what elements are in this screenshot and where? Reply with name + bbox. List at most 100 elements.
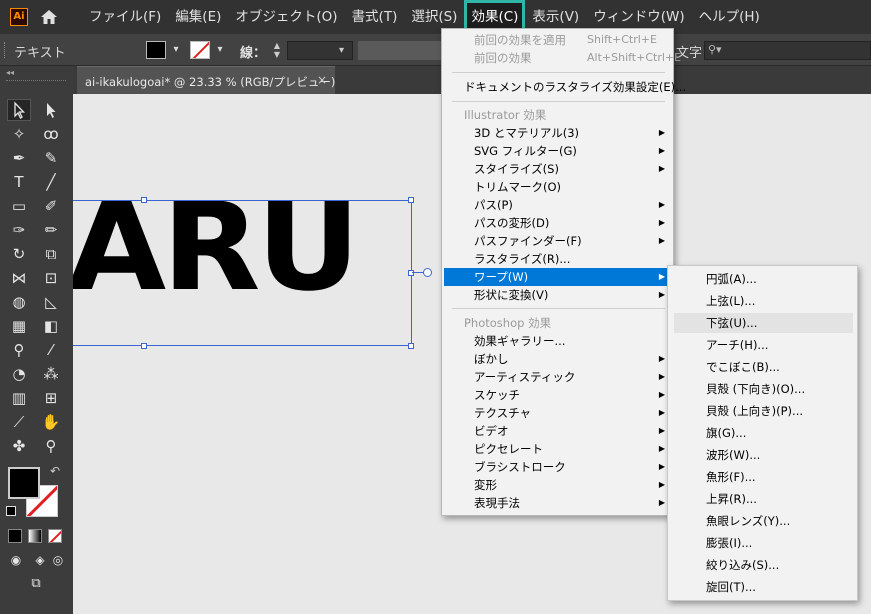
mesh-tool-icon[interactable]: ▦ xyxy=(8,316,30,336)
selection-handle[interactable] xyxy=(408,197,414,203)
hand-tool-icon[interactable]: ✋ xyxy=(40,412,62,432)
illustrator-effect-item[interactable]: ラスタライズ(R)... xyxy=(444,250,673,268)
warp-style-item[interactable]: 魚形(F)... xyxy=(674,467,853,487)
selection-handle[interactable] xyxy=(141,197,147,203)
color-mode-icon[interactable] xyxy=(8,529,22,543)
warp-style-item[interactable]: 円弧(A)... xyxy=(674,269,853,289)
illustrator-effect-item[interactable]: スタイライズ(S) ▶ xyxy=(444,160,673,178)
direct-selection-tool-icon[interactable] xyxy=(40,100,62,120)
warp-style-item[interactable]: 魚眼レンズ(Y)... xyxy=(674,511,853,531)
stroke-weight-stepper[interactable]: ▲ ▼ xyxy=(270,41,284,59)
close-icon[interactable]: × xyxy=(317,73,327,87)
warp-style-item[interactable]: 上昇(R)... xyxy=(674,489,853,509)
warp-style-item[interactable]: でこぼこ(B)... xyxy=(674,357,853,377)
shaper-tool-icon[interactable]: ✑ xyxy=(8,220,30,240)
font-search-input[interactable]: ⚲▾ xyxy=(704,41,871,60)
eyedropper-tool-icon[interactable]: ⚲ xyxy=(8,340,30,360)
warp-style-item[interactable]: 下弦(U)... xyxy=(674,313,853,333)
column-graph-tool-icon[interactable]: ▥ xyxy=(8,388,30,408)
gradient-mode-icon[interactable] xyxy=(28,529,42,543)
default-fill-stroke-icon[interactable] xyxy=(6,506,16,516)
photoshop-effect-item[interactable]: ぼかし ▶ xyxy=(444,350,673,368)
photoshop-effect-item[interactable]: 変形 ▶ xyxy=(444,476,673,494)
warp-style-item[interactable]: 旗(G)... xyxy=(674,423,853,443)
photoshop-effect-item[interactable]: スケッチ ▶ xyxy=(444,386,673,404)
photoshop-effect-item[interactable]: 表現手法 ▶ xyxy=(444,494,673,512)
menu-item-8[interactable]: ヘルプ(H) xyxy=(692,0,767,34)
warp-style-item[interactable]: 上弦(L)... xyxy=(674,291,853,311)
illustrator-effect-item[interactable]: SVG フィルター(G) ▶ xyxy=(444,142,673,160)
fill-color-large[interactable] xyxy=(8,467,40,499)
pen-tool-icon[interactable]: ✒ xyxy=(8,148,30,168)
warp-style-item[interactable]: 膨張(I)... xyxy=(674,533,853,553)
perspective-grid-tool-icon[interactable]: ◺ xyxy=(40,292,62,312)
paintbrush-tool-icon[interactable]: ✐ xyxy=(40,196,62,216)
warp-style-item[interactable]: 貝殻 (下向き)(O)... xyxy=(674,379,853,399)
photoshop-effect-item[interactable]: ブラシストローク ▶ xyxy=(444,458,673,476)
illustrator-effect-item[interactable]: 形状に変換(V) ▶ xyxy=(444,286,673,304)
photoshop-effect-item[interactable]: アーティスティック ▶ xyxy=(444,368,673,386)
width-tool-icon[interactable]: ⋈ xyxy=(8,268,30,288)
photoshop-effect-item[interactable]: ピクセレート ▶ xyxy=(444,440,673,458)
warp-style-item[interactable]: 貝殻 (上向き)(P)... xyxy=(674,401,853,421)
scale-tool-icon[interactable]: ⧉ xyxy=(40,244,62,264)
illustrator-effect-item[interactable]: パスの変形(D) ▶ xyxy=(444,214,673,232)
artboard-tool-icon[interactable]: ⊞ xyxy=(40,388,62,408)
control-bar-grip[interactable] xyxy=(4,42,7,58)
gradient-tool-icon[interactable]: ◧ xyxy=(40,316,62,336)
illustrator-effect-item[interactable]: パス(P) ▶ xyxy=(444,196,673,214)
stroke-dropdown-chevron-icon[interactable]: ▾ xyxy=(213,42,227,58)
puppet-warp-tool-icon[interactable]: ✤ xyxy=(8,436,30,456)
shape-builder-tool-icon[interactable]: ◍ xyxy=(8,292,30,312)
draw-inside-icon[interactable]: ◎ xyxy=(48,550,68,570)
stroke-color-swatch[interactable] xyxy=(190,41,210,59)
draw-mode-icon[interactable]: ◉ xyxy=(6,550,26,570)
menu-item-0[interactable]: ファイル(F) xyxy=(82,0,168,34)
illustrator-effect-item[interactable]: 3D とマテリアル(3) ▶ xyxy=(444,124,673,142)
home-icon[interactable] xyxy=(40,8,58,26)
rotate-tool-icon[interactable]: ↻ xyxy=(8,244,30,264)
none-mode-icon[interactable] xyxy=(48,529,62,543)
zoom-tool-icon[interactable]: ⚲ xyxy=(40,436,62,456)
document-raster-effects-settings-item[interactable]: ドキュメントのラスタライズ効果設定(E)... xyxy=(444,78,686,96)
line-tool-icon[interactable]: ╱ xyxy=(40,172,62,192)
photoshop-effect-item[interactable]: テクスチャ ▶ xyxy=(444,404,673,422)
type-tool-icon[interactable]: T xyxy=(8,172,30,192)
selection-handle[interactable] xyxy=(408,270,414,276)
magic-wand-tool-icon[interactable]: ✧ xyxy=(8,124,30,144)
last-effect-item[interactable]: 前回の効果 Alt+Shift+Ctrl+E xyxy=(444,49,681,67)
warp-style-item[interactable]: アーチ(H)... xyxy=(674,335,853,355)
draw-behind-icon[interactable]: ◈ xyxy=(30,550,50,570)
selection-bounding-box[interactable] xyxy=(73,200,412,346)
warp-style-item[interactable]: 絞り込み(S)... xyxy=(674,555,853,575)
illustrator-effect-item[interactable]: トリムマーク(O) xyxy=(444,178,673,196)
fill-dropdown-chevron-icon[interactable]: ▾ xyxy=(169,42,183,58)
selection-tool-icon[interactable] xyxy=(7,99,31,121)
tools-panel-grip[interactable] xyxy=(6,80,66,84)
stroke-weight-chevron-icon[interactable]: ▾ xyxy=(339,41,353,60)
menu-item-1[interactable]: 編集(E) xyxy=(168,0,228,34)
variable-width-profile[interactable] xyxy=(358,41,442,60)
rectangle-tool-icon[interactable]: ▭ xyxy=(8,196,30,216)
menu-item-2[interactable]: オブジェクト(O) xyxy=(228,0,344,34)
pencil-tool-icon[interactable]: ✏ xyxy=(40,220,62,240)
slice-tool-icon[interactable]: ⟋ xyxy=(8,412,30,432)
menu-item-3[interactable]: 書式(T) xyxy=(345,0,405,34)
fill-color-swatch[interactable] xyxy=(146,41,166,59)
lasso-tool-icon[interactable]: ꝏ xyxy=(40,124,62,144)
blend-tool-icon[interactable]: ◔ xyxy=(8,364,30,384)
illustrator-effect-item[interactable]: パスファインダー(F) ▶ xyxy=(444,232,673,250)
photoshop-effect-item[interactable]: 効果ギャラリー... xyxy=(444,332,673,350)
curvature-tool-icon[interactable]: ✎ xyxy=(40,148,62,168)
warp-style-item[interactable]: 旋回(T)... xyxy=(674,577,853,597)
swap-fill-stroke-icon[interactable]: ↶ xyxy=(50,464,60,478)
selection-handle[interactable] xyxy=(141,343,147,349)
illustrator-effect-item[interactable]: ワープ(W) ▶ xyxy=(444,268,673,286)
photoshop-effect-item[interactable]: ビデオ ▶ xyxy=(444,422,673,440)
selection-handle[interactable] xyxy=(408,343,414,349)
free-transform-tool-icon[interactable]: ⊡ xyxy=(40,268,62,288)
warp-style-item[interactable]: 波形(W)... xyxy=(674,445,853,465)
symbol-sprayer-tool-icon[interactable]: ⁂ xyxy=(40,364,62,384)
screen-mode-icon[interactable]: ⧉ xyxy=(24,574,48,594)
text-warp-handle[interactable] xyxy=(423,268,432,277)
